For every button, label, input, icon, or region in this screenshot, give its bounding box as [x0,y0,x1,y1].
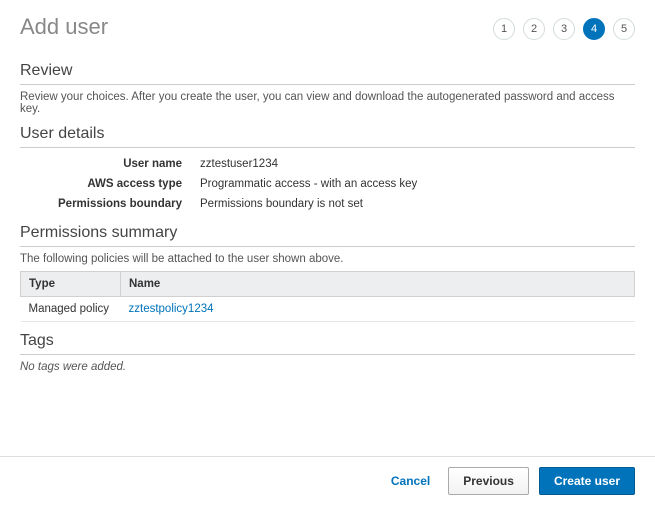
step-2[interactable]: 2 [523,18,545,40]
step-3[interactable]: 3 [553,18,575,40]
step-5[interactable]: 5 [613,18,635,40]
step-1[interactable]: 1 [493,18,515,40]
permissions-summary-description: The following policies will be attached … [20,253,635,265]
access-type-label: AWS access type [20,178,200,190]
user-details-row: Permissions boundary Permissions boundar… [20,194,635,214]
permissions-table-header-name: Name [121,272,635,297]
step-4[interactable]: 4 [583,18,605,40]
permissions-table: Type Name Managed policy zztestpolicy123… [20,271,635,322]
table-row: Managed policy zztestpolicy1234 [21,297,635,322]
policy-name-link[interactable]: zztestpolicy1234 [129,303,214,315]
review-description: Review your choices. After you create th… [20,91,635,115]
create-user-button[interactable]: Create user [539,467,635,495]
page-title: Add user [20,14,108,40]
user-details-row: AWS access type Programmatic access - wi… [20,174,635,194]
user-name-label: User name [20,158,200,170]
review-heading: Review [20,62,635,85]
cancel-button[interactable]: Cancel [383,468,438,494]
tags-empty-text: No tags were added. [20,361,635,373]
permissions-boundary-label: Permissions boundary [20,198,200,210]
user-details-row: User name zztestuser1234 [20,154,635,174]
policy-type-cell: Managed policy [21,297,121,322]
permissions-table-header-type: Type [21,272,121,297]
wizard-stepper: 1 2 3 4 5 [493,14,635,40]
user-details-heading: User details [20,125,635,148]
permissions-summary-heading: Permissions summary [20,224,635,247]
user-name-value: zztestuser1234 [200,158,278,170]
wizard-footer: Cancel Previous Create user [0,456,655,505]
tags-heading: Tags [20,332,635,355]
previous-button[interactable]: Previous [448,467,529,495]
access-type-value: Programmatic access - with an access key [200,178,417,190]
permissions-boundary-value: Permissions boundary is not set [200,198,363,210]
